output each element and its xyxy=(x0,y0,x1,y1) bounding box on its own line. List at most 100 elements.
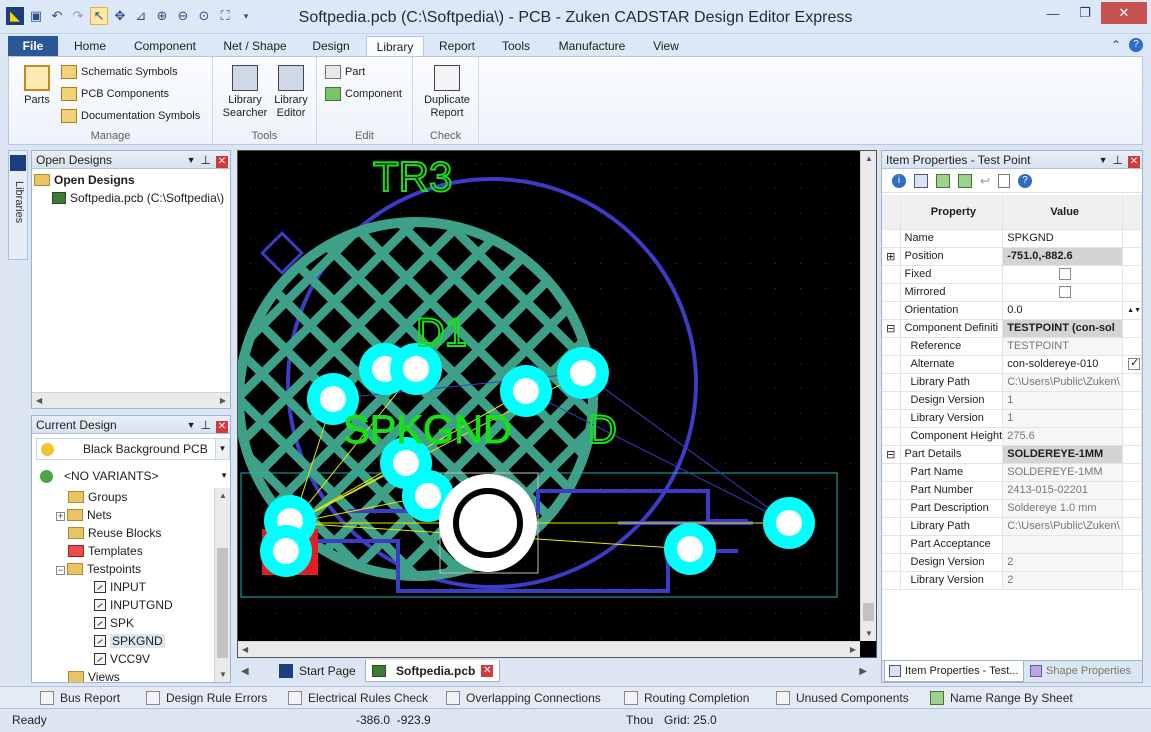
tab-view[interactable]: View xyxy=(646,36,686,56)
alternate-checkbox[interactable] xyxy=(1128,356,1141,370)
design-tree-vscroll[interactable]: ▲ ▼ xyxy=(214,488,230,682)
open-design-file[interactable]: Softpedia.pcb (C:\Softpedia\) xyxy=(34,189,230,207)
prop-row[interactable]: Name SPKGND xyxy=(882,229,1142,248)
pcb-drawing[interactable]: TR3 D1 SPKGND D xyxy=(238,151,876,657)
schematic-symbols-button[interactable]: Schematic Symbols xyxy=(61,65,178,79)
prop-row[interactable]: ⊟ Part Details SOLDEREYE-1MM xyxy=(882,445,1142,464)
scroll-up-icon[interactable]: ▲ xyxy=(865,154,873,163)
prop-row[interactable]: Library Version 2 xyxy=(882,571,1142,590)
prop-value[interactable]: 0.0 xyxy=(1002,301,1124,320)
prop-row[interactable]: Design Version 1 xyxy=(882,391,1142,410)
libraries-side-tab[interactable]: Libraries xyxy=(8,150,28,260)
prop-row[interactable]: ⊞ Position -751.0,-882.6 xyxy=(882,247,1142,266)
prop-row[interactable]: Library Version 1 xyxy=(882,409,1142,428)
collapse-icon[interactable]: ⊟ xyxy=(882,445,901,464)
library-editor-button[interactable]: Library Editor xyxy=(269,65,313,120)
tab-file[interactable]: File xyxy=(8,36,58,56)
prop-row[interactable]: Alternate con-soldereye-010 xyxy=(882,355,1142,374)
prop-row[interactable]: Part Name SOLDEREYE-1MM xyxy=(882,463,1142,482)
close-button[interactable]: ✕ xyxy=(1101,2,1147,24)
return-icon[interactable]: ↩ xyxy=(980,174,990,188)
tab-softpedia-pcb[interactable]: Softpedia.pcb ✕ xyxy=(365,660,501,682)
prop-row[interactable]: Library Path C:\Users\Public\Zuken\ xyxy=(882,373,1142,392)
doc-tabs-right-icon[interactable]: ▶ xyxy=(859,666,867,677)
prop-row[interactable]: Library Path C:\Users\Public\Zuken\ xyxy=(882,517,1142,536)
panel-menu-icon[interactable]: ▼ xyxy=(1099,151,1108,169)
tree-tp-input[interactable]: INPUT xyxy=(34,578,214,596)
tab-electrical-rules-check[interactable]: Electrical Rules Check xyxy=(288,689,428,707)
scroll-right-icon[interactable]: ▶ xyxy=(850,645,856,654)
color-scheme-select[interactable]: Black Background PCB ▼ xyxy=(36,438,230,460)
pin-icon[interactable]: ⊥ xyxy=(1113,151,1123,169)
help-icon[interactable]: ? xyxy=(1018,173,1033,188)
maximize-button[interactable]: ❐ xyxy=(1069,2,1101,24)
tab-routing-completion[interactable]: Routing Completion xyxy=(624,689,749,707)
prop-row[interactable]: Component Height 275.6 xyxy=(882,427,1142,446)
tab-home[interactable]: Home xyxy=(66,36,114,56)
prop-row[interactable]: ⊟ Component Definiti TESTPOINT (con-sol xyxy=(882,319,1142,338)
help-icon[interactable]: ? xyxy=(1129,38,1143,52)
tree-tp-spkgnd[interactable]: SPKGND xyxy=(34,632,214,650)
tab-manufacture[interactable]: Manufacture xyxy=(550,36,634,56)
tab-library[interactable]: Library xyxy=(366,36,424,57)
tree-tp-inputgnd[interactable]: INPUTGND xyxy=(34,596,214,614)
tree-nets[interactable]: + Nets xyxy=(34,506,214,524)
prop-row[interactable]: Reference TESTPOINT xyxy=(882,337,1142,356)
prop-row[interactable]: Mirrored xyxy=(882,283,1142,302)
prop-row[interactable]: Part Number 2413-015-02201 xyxy=(882,481,1142,500)
tab-start-page[interactable]: Start Page xyxy=(273,660,362,682)
panel-menu-icon[interactable]: ▼ xyxy=(187,151,196,169)
tab-item-properties[interactable]: Item Properties - Test... xyxy=(884,661,1024,682)
scroll-right-icon[interactable]: ▶ xyxy=(220,396,226,405)
tree-groups[interactable]: Groups xyxy=(34,488,214,506)
tree-templates[interactable]: Templates xyxy=(34,542,214,560)
prop-value[interactable]: SPKGND xyxy=(1002,229,1124,248)
canvas-vscroll[interactable]: ▲ ▼ xyxy=(860,151,876,641)
prop-row[interactable]: Orientation 0.0 ▲▼ xyxy=(882,301,1142,320)
tree-testpoints[interactable]: − Testpoints xyxy=(34,560,214,578)
expand-icon[interactable]: + xyxy=(56,512,65,521)
doc-tabs-left-icon[interactable]: ◀ xyxy=(241,666,249,677)
tab-report[interactable]: Report xyxy=(432,36,482,56)
tree-tp-vcc9v[interactable]: VCC9V xyxy=(34,650,214,668)
prop-row[interactable]: Design Version 2 xyxy=(882,553,1142,572)
spinner-icon[interactable]: ▲▼ xyxy=(1122,301,1142,320)
fixed-checkbox[interactable] xyxy=(1058,267,1071,280)
library-searcher-button[interactable]: Library Searcher xyxy=(221,65,269,120)
info-icon[interactable]: i xyxy=(892,173,906,188)
net-props-icon[interactable] xyxy=(936,173,950,188)
open-designs-root[interactable]: Open Designs xyxy=(34,171,230,189)
scroll-left-icon[interactable]: ◀ xyxy=(36,396,42,405)
scroll-up-icon[interactable]: ▲ xyxy=(219,491,227,500)
prop-row[interactable]: Part Acceptance xyxy=(882,535,1142,554)
tab-shape-properties[interactable]: Shape Properties xyxy=(1028,661,1131,682)
canvas-hscroll[interactable]: ◀ ▶ xyxy=(238,641,860,657)
prop-value[interactable]: SOLDEREYE-1MM xyxy=(1002,445,1124,464)
close-tab-icon[interactable]: ✕ xyxy=(481,664,494,677)
close-panel-icon[interactable]: ✕ xyxy=(216,420,228,433)
mirrored-checkbox[interactable] xyxy=(1058,285,1071,298)
edit-part-button[interactable]: Part xyxy=(325,65,365,79)
table-props-icon[interactable] xyxy=(914,173,928,188)
minimize-button[interactable]: — xyxy=(1037,2,1069,24)
documentation-symbols-button[interactable]: Documentation Symbols xyxy=(61,109,200,123)
panel-menu-icon[interactable]: ▼ xyxy=(187,416,196,434)
scroll-down-icon[interactable]: ▼ xyxy=(865,629,873,638)
prop-row[interactable]: Part Description Soldereye 1.0 mm xyxy=(882,499,1142,518)
document-icon[interactable] xyxy=(998,173,1011,188)
prop-value[interactable]: con-soldereye-010 xyxy=(1002,355,1124,374)
tab-design-rule-errors[interactable]: Design Rule Errors xyxy=(146,689,267,707)
scroll-down-icon[interactable]: ▼ xyxy=(219,670,227,679)
open-designs-hscroll[interactable]: ◀ ▶ xyxy=(32,392,230,408)
tab-component[interactable]: Component xyxy=(126,36,204,56)
prop-row[interactable]: Fixed xyxy=(882,265,1142,284)
collapse-icon[interactable]: − xyxy=(56,566,65,575)
prop-value[interactable]: -751.0,-882.6 xyxy=(1002,247,1124,266)
scroll-thumb[interactable] xyxy=(863,603,874,621)
variant-select[interactable]: <NO VARIANTS> ▼ xyxy=(36,466,230,486)
scroll-left-icon[interactable]: ◀ xyxy=(242,645,248,654)
scroll-thumb[interactable] xyxy=(217,548,228,658)
chevron-down-icon[interactable]: ▼ xyxy=(220,466,228,486)
tab-bus-report[interactable]: Bus Report xyxy=(40,689,120,707)
tree-reuse-blocks[interactable]: Reuse Blocks xyxy=(34,524,214,542)
